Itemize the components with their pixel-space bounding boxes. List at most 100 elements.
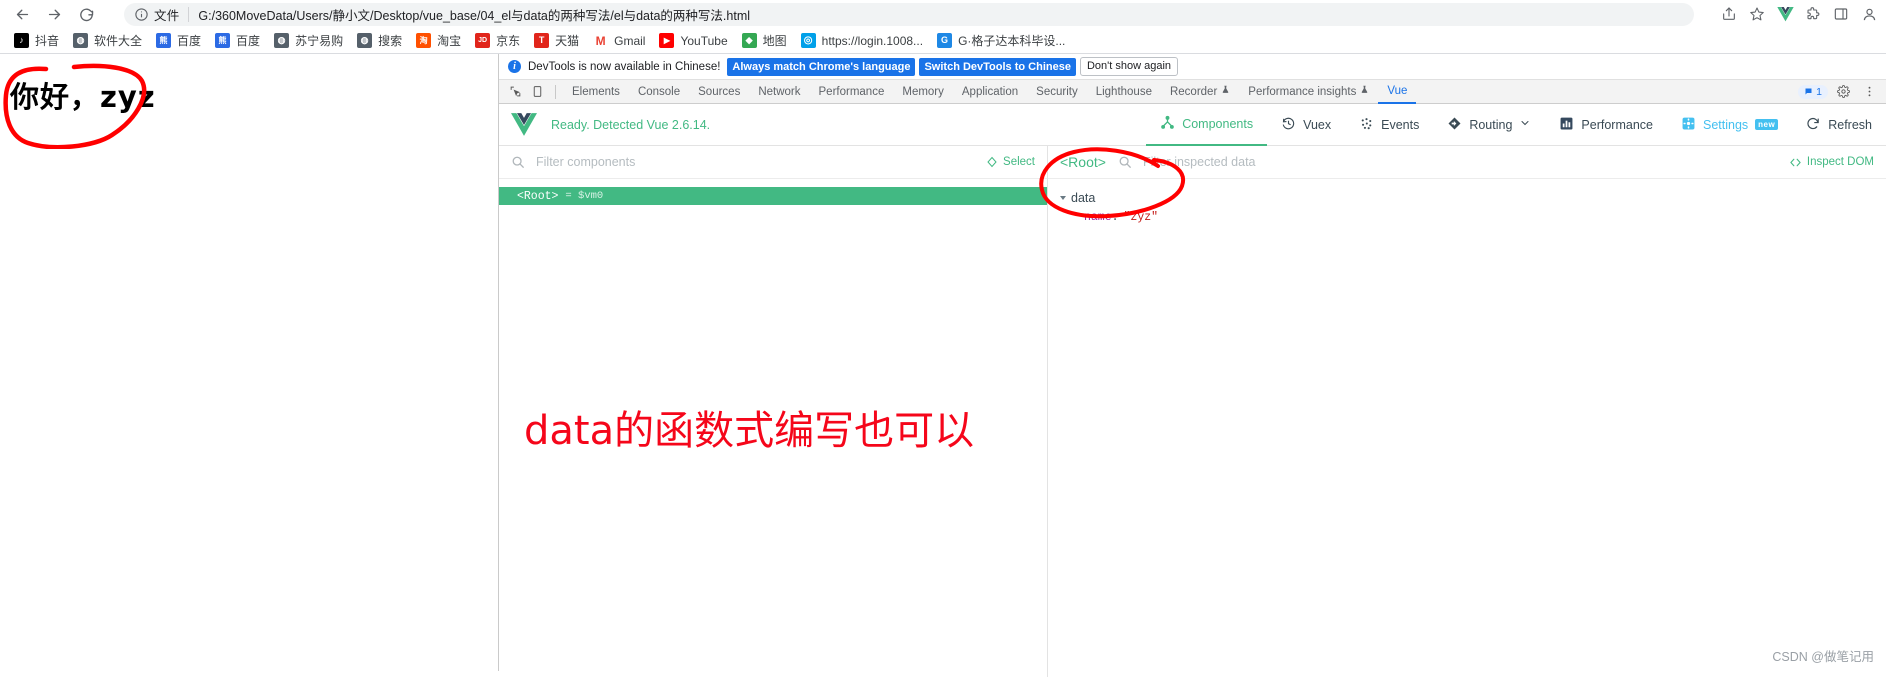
vue-tab-components[interactable]: Components [1146,104,1268,146]
experimental-flask-icon [1221,80,1230,104]
tab-elements[interactable]: Elements [563,80,629,104]
device-toolbar-icon[interactable] [526,81,548,103]
bookmark-item[interactable]: JD 京东 [468,30,527,52]
vue-tab-routing-label: Routing [1469,117,1513,132]
bookmark-star-icon[interactable] [1744,1,1770,27]
vue-devtools-toolbar: Ready. Detected Vue 2.6.14. Components V… [499,104,1886,146]
component-tree-row-root[interactable]: <Root> = $vm0 [499,187,1047,205]
url-text: G:/360MoveData/Users/静小文/Desktop/vue_bas… [198,9,751,23]
bookmark-item[interactable]: T 天猫 [527,30,586,52]
info-circle-icon[interactable] [134,7,149,22]
vue-tab-refresh[interactable]: Refresh [1792,104,1886,146]
select-component-label: Select [1003,156,1035,168]
tab-performance[interactable]: Performance [810,80,894,104]
target-icon [987,156,997,168]
bookmark-item[interactable]: 淘淘宝 [409,30,468,52]
bookmark-item[interactable]: 熊百度 [208,30,267,52]
bookmark-favicon-icon: JD [475,33,491,48]
screenshot-root: 文件 G:/360MoveData/Users/静小文/Desktop/vue_… [0,0,1886,677]
bookmark-favicon-icon: G [937,33,953,48]
filter-inspected-data-input[interactable] [1140,154,1405,170]
vue-tab-vuex[interactable]: Vuex [1267,104,1345,146]
forward-arrow-icon[interactable] [38,0,70,28]
tab-application[interactable]: Application [953,80,1027,104]
bookmark-item[interactable]: 熊百度 [149,30,208,52]
inspect-dom-button[interactable]: Inspect DOM [1789,156,1874,168]
vue-tab-routing[interactable]: Routing [1433,104,1545,146]
bookmark-favicon-icon: M [593,33,609,48]
page-viewport: 你好，zyz [0,54,498,671]
tab-recorder-label: Recorder [1169,85,1218,98]
tab-sources[interactable]: Sources [689,80,749,104]
data-property-value: "zyz" [1123,210,1159,224]
data-property-row[interactable]: name: "zyz" [1048,207,1886,227]
vue-tab-events[interactable]: Events [1345,104,1433,146]
tab-lighthouse[interactable]: Lighthouse [1087,80,1161,104]
bookmark-item[interactable]: ▶ YouTube [652,30,734,52]
extensions-puzzle-icon[interactable] [1800,1,1826,27]
vuex-clock-icon [1281,116,1296,134]
more-vertical-icon[interactable] [1858,81,1880,103]
bookmark-label: 百度 [177,34,202,48]
url-scheme-label: 文件 [154,9,180,23]
always-match-language-button[interactable]: Always match Chrome's language [727,57,916,76]
sidebar-panel-icon[interactable] [1828,1,1854,27]
browser-toolbar: 文件 G:/360MoveData/Users/静小文/Desktop/vue_… [0,0,1886,28]
bookmark-label: 地图 [762,34,787,48]
vue-tab-settings[interactable]: Settings new [1667,104,1792,146]
address-bar[interactable]: 文件 G:/360MoveData/Users/静小文/Desktop/vue_… [124,3,1694,26]
bookmark-favicon-icon: 熊 [156,33,172,48]
vue-status-text: Ready. Detected Vue 2.6.14. [551,117,711,132]
vue-tab-performance[interactable]: Performance [1545,104,1667,146]
filter-components-input[interactable] [534,154,987,170]
gear-icon[interactable] [1832,81,1854,103]
share-icon[interactable] [1716,1,1742,27]
bookmark-item[interactable]: ◍ 软件大全 [66,30,149,52]
inspect-dom-label: Inspect DOM [1806,156,1874,168]
message-count-badge[interactable]: 1 [1798,84,1828,99]
tab-memory[interactable]: Memory [893,80,953,104]
tab-vue[interactable]: Vue [1378,80,1417,104]
tab-recorder[interactable]: Recorder [1161,80,1239,104]
bookmark-item[interactable]: ◍ 苏宁易购 [267,30,350,52]
bookmark-favicon-icon: T [534,33,550,48]
component-vm-ref: = $vm0 [565,190,604,202]
bookmark-item[interactable]: M Gmail [586,30,652,52]
bookmark-item[interactable]: ♪ 抖音 [7,30,66,52]
reload-icon[interactable] [70,0,102,28]
switch-devtools-language-button[interactable]: Switch DevTools to Chinese [919,57,1076,76]
vue-tab-performance-label: Performance [1581,117,1653,132]
vue-tab-refresh-label: Refresh [1828,117,1872,132]
new-badge: new [1755,119,1779,130]
watermark-text: CSDN @做笔记用 [1772,650,1874,664]
caret-down-icon[interactable] [1060,196,1066,200]
tab-security[interactable]: Security [1027,80,1087,104]
vue-tab-events-label: Events [1381,117,1420,132]
component-tree: <Root> = $vm0 [499,179,1047,205]
bookmark-item[interactable]: G G·格子达本科毕设... [930,30,1072,52]
performance-bars-icon [1559,116,1574,134]
data-property-key: name [1084,210,1112,224]
bookmark-item[interactable]: ◍ 搜索 [350,30,409,52]
tab-performance-insights[interactable]: Performance insights [1239,80,1378,104]
back-arrow-icon[interactable] [6,0,38,28]
tab-console[interactable]: Console [629,80,689,104]
data-group-header[interactable]: data [1048,189,1886,207]
inspect-element-icon[interactable] [504,81,526,103]
bookmark-favicon-icon: ◍ [73,33,89,48]
profile-avatar-icon[interactable] [1856,1,1882,27]
bookmark-label: Gmail [614,33,646,48]
experimental-flask-icon [1360,80,1369,104]
chevron-down-icon[interactable] [1519,117,1531,132]
select-component-button[interactable]: Select [986,156,1035,168]
bookmark-item[interactable]: ◎ https://login.1008... [794,30,930,52]
component-tag: <Root> [517,189,559,203]
tab-network[interactable]: Network [749,80,809,104]
refresh-icon [1806,116,1821,134]
locale-message-text: DevTools is now available in Chinese! [528,60,721,73]
bookmark-label: 抖音 [35,34,60,48]
dont-show-again-button[interactable]: Don't show again [1079,57,1179,76]
bookmark-label: 百度 [236,34,261,48]
vue-devtools-extension-icon[interactable] [1772,1,1798,27]
bookmark-item[interactable]: ◆ 地图 [735,30,794,52]
